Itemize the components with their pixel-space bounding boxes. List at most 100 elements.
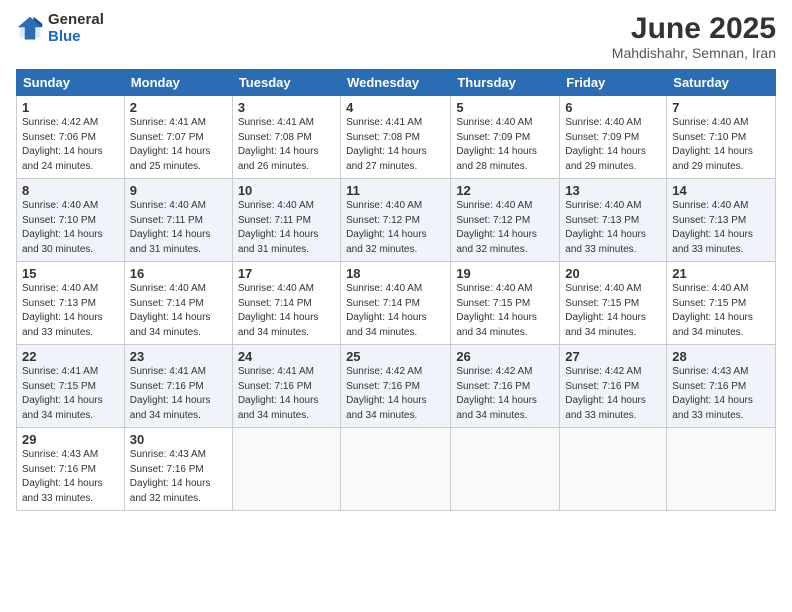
table-row: 2Sunrise: 4:41 AM Sunset: 7:07 PM Daylig…: [124, 96, 232, 179]
logo: General Blue: [16, 12, 104, 45]
table-row: 11Sunrise: 4:40 AM Sunset: 7:12 PM Dayli…: [341, 179, 451, 262]
day-info: Sunrise: 4:40 AM Sunset: 7:09 PM Dayligh…: [456, 116, 554, 174]
header-sunday: Sunday: [17, 70, 125, 96]
month-year-title: June 2025: [612, 12, 776, 45]
day-info: Sunrise: 4:40 AM Sunset: 7:13 PM Dayligh…: [565, 199, 661, 257]
day-info: Sunrise: 4:41 AM Sunset: 7:15 PM Dayligh…: [22, 365, 119, 423]
header-wednesday: Wednesday: [341, 70, 451, 96]
table-row: 3Sunrise: 4:41 AM Sunset: 7:08 PM Daylig…: [232, 96, 340, 179]
day-info: Sunrise: 4:40 AM Sunset: 7:11 PM Dayligh…: [238, 199, 335, 257]
day-info: Sunrise: 4:42 AM Sunset: 7:16 PM Dayligh…: [565, 365, 661, 423]
day-info: Sunrise: 4:40 AM Sunset: 7:14 PM Dayligh…: [346, 282, 445, 340]
day-info: Sunrise: 4:41 AM Sunset: 7:08 PM Dayligh…: [238, 116, 335, 174]
table-row: 23Sunrise: 4:41 AM Sunset: 7:16 PM Dayli…: [124, 345, 232, 428]
table-row: 27Sunrise: 4:42 AM Sunset: 7:16 PM Dayli…: [560, 345, 667, 428]
day-info: Sunrise: 4:40 AM Sunset: 7:12 PM Dayligh…: [346, 199, 445, 257]
day-number: 15: [22, 266, 119, 281]
day-number: 22: [22, 349, 119, 364]
day-info: Sunrise: 4:40 AM Sunset: 7:13 PM Dayligh…: [22, 282, 119, 340]
day-number: 27: [565, 349, 661, 364]
day-number: 9: [130, 183, 227, 198]
day-info: Sunrise: 4:40 AM Sunset: 7:10 PM Dayligh…: [672, 116, 770, 174]
calendar-week-row: 1Sunrise: 4:42 AM Sunset: 7:06 PM Daylig…: [17, 96, 776, 179]
table-row: 10Sunrise: 4:40 AM Sunset: 7:11 PM Dayli…: [232, 179, 340, 262]
day-number: 7: [672, 100, 770, 115]
table-row: 21Sunrise: 4:40 AM Sunset: 7:15 PM Dayli…: [667, 262, 776, 345]
day-number: 13: [565, 183, 661, 198]
table-row: [451, 428, 560, 511]
day-info: Sunrise: 4:42 AM Sunset: 7:06 PM Dayligh…: [22, 116, 119, 174]
day-number: 17: [238, 266, 335, 281]
table-row: 5Sunrise: 4:40 AM Sunset: 7:09 PM Daylig…: [451, 96, 560, 179]
table-row: 20Sunrise: 4:40 AM Sunset: 7:15 PM Dayli…: [560, 262, 667, 345]
calendar-week-row: 22Sunrise: 4:41 AM Sunset: 7:15 PM Dayli…: [17, 345, 776, 428]
header-thursday: Thursday: [451, 70, 560, 96]
table-row: 25Sunrise: 4:42 AM Sunset: 7:16 PM Dayli…: [341, 345, 451, 428]
day-number: 14: [672, 183, 770, 198]
location-text: Mahdishahr, Semnan, Iran: [612, 45, 776, 61]
table-row: 1Sunrise: 4:42 AM Sunset: 7:06 PM Daylig…: [17, 96, 125, 179]
table-row: 17Sunrise: 4:40 AM Sunset: 7:14 PM Dayli…: [232, 262, 340, 345]
table-row: [667, 428, 776, 511]
day-info: Sunrise: 4:40 AM Sunset: 7:15 PM Dayligh…: [456, 282, 554, 340]
day-info: Sunrise: 4:41 AM Sunset: 7:16 PM Dayligh…: [130, 365, 227, 423]
header-friday: Friday: [560, 70, 667, 96]
table-row: 19Sunrise: 4:40 AM Sunset: 7:15 PM Dayli…: [451, 262, 560, 345]
table-row: 18Sunrise: 4:40 AM Sunset: 7:14 PM Dayli…: [341, 262, 451, 345]
day-info: Sunrise: 4:41 AM Sunset: 7:07 PM Dayligh…: [130, 116, 227, 174]
day-number: 23: [130, 349, 227, 364]
day-number: 6: [565, 100, 661, 115]
table-row: [341, 428, 451, 511]
day-info: Sunrise: 4:43 AM Sunset: 7:16 PM Dayligh…: [672, 365, 770, 423]
day-number: 10: [238, 183, 335, 198]
calendar-header-row: Sunday Monday Tuesday Wednesday Thursday…: [17, 70, 776, 96]
title-block: June 2025 Mahdishahr, Semnan, Iran: [612, 12, 776, 61]
day-number: 18: [346, 266, 445, 281]
table-row: 16Sunrise: 4:40 AM Sunset: 7:14 PM Dayli…: [124, 262, 232, 345]
day-info: Sunrise: 4:40 AM Sunset: 7:13 PM Dayligh…: [672, 199, 770, 257]
day-info: Sunrise: 4:42 AM Sunset: 7:16 PM Dayligh…: [346, 365, 445, 423]
logo-general-text: General: [48, 12, 104, 29]
table-row: 26Sunrise: 4:42 AM Sunset: 7:16 PM Dayli…: [451, 345, 560, 428]
table-row: 7Sunrise: 4:40 AM Sunset: 7:10 PM Daylig…: [667, 96, 776, 179]
day-number: 1: [22, 100, 119, 115]
day-number: 26: [456, 349, 554, 364]
header: General Blue June 2025 Mahdishahr, Semna…: [16, 12, 776, 61]
table-row: 12Sunrise: 4:40 AM Sunset: 7:12 PM Dayli…: [451, 179, 560, 262]
calendar-week-row: 15Sunrise: 4:40 AM Sunset: 7:13 PM Dayli…: [17, 262, 776, 345]
calendar-week-row: 8Sunrise: 4:40 AM Sunset: 7:10 PM Daylig…: [17, 179, 776, 262]
day-number: 5: [456, 100, 554, 115]
day-number: 2: [130, 100, 227, 115]
logo-blue-text: Blue: [48, 29, 104, 46]
day-info: Sunrise: 4:41 AM Sunset: 7:08 PM Dayligh…: [346, 116, 445, 174]
day-number: 11: [346, 183, 445, 198]
day-info: Sunrise: 4:41 AM Sunset: 7:16 PM Dayligh…: [238, 365, 335, 423]
calendar-table: Sunday Monday Tuesday Wednesday Thursday…: [16, 69, 776, 511]
table-row: 24Sunrise: 4:41 AM Sunset: 7:16 PM Dayli…: [232, 345, 340, 428]
day-info: Sunrise: 4:42 AM Sunset: 7:16 PM Dayligh…: [456, 365, 554, 423]
table-row: 14Sunrise: 4:40 AM Sunset: 7:13 PM Dayli…: [667, 179, 776, 262]
day-info: Sunrise: 4:40 AM Sunset: 7:12 PM Dayligh…: [456, 199, 554, 257]
table-row: [232, 428, 340, 511]
day-number: 29: [22, 432, 119, 447]
day-info: Sunrise: 4:40 AM Sunset: 7:15 PM Dayligh…: [565, 282, 661, 340]
table-row: 13Sunrise: 4:40 AM Sunset: 7:13 PM Dayli…: [560, 179, 667, 262]
day-number: 24: [238, 349, 335, 364]
day-number: 19: [456, 266, 554, 281]
table-row: 28Sunrise: 4:43 AM Sunset: 7:16 PM Dayli…: [667, 345, 776, 428]
table-row: 9Sunrise: 4:40 AM Sunset: 7:11 PM Daylig…: [124, 179, 232, 262]
table-row: 4Sunrise: 4:41 AM Sunset: 7:08 PM Daylig…: [341, 96, 451, 179]
day-number: 21: [672, 266, 770, 281]
calendar-week-row: 29 Sunrise: 4:43 AM Sunset: 7:16 PM Dayli…: [17, 428, 776, 511]
day-info: Sunrise: 4:40 AM Sunset: 7:14 PM Dayligh…: [238, 282, 335, 340]
day-info: Sunrise: 4:40 AM Sunset: 7:10 PM Dayligh…: [22, 199, 119, 257]
table-row: 30Sunrise: 4:43 AM Sunset: 7:16 PM Dayli…: [124, 428, 232, 511]
day-number: 4: [346, 100, 445, 115]
day-number: 8: [22, 183, 119, 198]
day-number: 12: [456, 183, 554, 198]
day-info: Sunrise: 4:43 AM Sunset: 7:16 PM Dayligh…: [130, 448, 227, 506]
logo-icon: [16, 15, 44, 43]
table-row: 22Sunrise: 4:41 AM Sunset: 7:15 PM Dayli…: [17, 345, 125, 428]
day-number: 16: [130, 266, 227, 281]
header-monday: Monday: [124, 70, 232, 96]
